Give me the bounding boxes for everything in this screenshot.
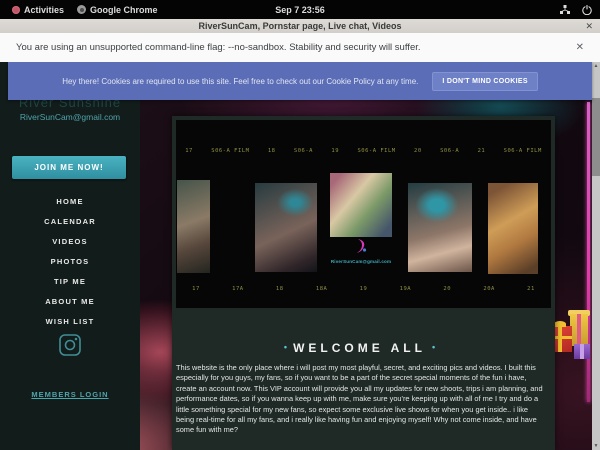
- page-viewport: 17 S06-A FILM 18 S06-A 19 S06-A FILM 20 …: [0, 62, 600, 450]
- welcome-section: •WELCOME ALL• This website is the only p…: [172, 308, 547, 450]
- gnome-topbar: Activities Google Chrome Sep 7 23:56: [0, 0, 600, 19]
- film-label: S06-A: [294, 148, 313, 154]
- site-email: RiverSunCam@gmail.com: [0, 112, 140, 122]
- film-label: S06-A FILM: [211, 148, 249, 154]
- scrollbar-thumb[interactable]: [592, 98, 600, 176]
- film-label: 21: [527, 286, 535, 292]
- window-close-icon[interactable]: ✕: [585, 20, 593, 32]
- film-label: 20: [443, 286, 451, 292]
- infobar-message: You are using an unsupported command-lin…: [16, 42, 421, 53]
- screen: Activities Google Chrome Sep 7 23:56: [0, 0, 600, 450]
- sidebar-item-about-me[interactable]: ABOUT ME: [0, 292, 140, 312]
- sandbox-warning-infobar: You are using an unsupported command-lin…: [0, 33, 600, 63]
- sidebar-item-home[interactable]: HOME: [0, 192, 140, 212]
- welcome-heading: •WELCOME ALL•: [172, 341, 547, 355]
- photo-thumbnail[interactable]: [488, 183, 538, 274]
- chrome-icon: [77, 5, 86, 14]
- film-label: 20: [414, 148, 422, 154]
- film-label: 18: [276, 286, 284, 292]
- camera-icon: [59, 334, 81, 356]
- gift-purple-icon: [574, 344, 590, 359]
- heading-ornament-right: •: [426, 342, 441, 352]
- sidebar: River Sunshine RiverSunCam@gmail.com JOI…: [0, 62, 140, 450]
- window-title: RiverSunCam, Pornstar page, Live chat, V…: [199, 21, 402, 31]
- film-edge-labels-top: 17 S06-A FILM 18 S06-A 19 S06-A FILM 20 …: [176, 148, 551, 154]
- sidebar-item-wish-list[interactable]: WISH LIST: [0, 312, 140, 332]
- app-menu-button[interactable]: Google Chrome: [73, 3, 162, 17]
- sidebar-item-photos[interactable]: PHOTOS: [0, 252, 140, 272]
- sidebar-item-calendar[interactable]: CALENDAR: [0, 212, 140, 232]
- infobar-close-icon[interactable]: ✕: [576, 42, 584, 53]
- photo-thumbnail[interactable]: [255, 183, 317, 272]
- sidebar-nav: HOME CALENDAR VIDEOS PHOTOS TIP ME ABOUT…: [0, 192, 140, 332]
- heading-ornament-left: •: [278, 342, 293, 352]
- cookie-message: Hey there! Cookies are required to use t…: [62, 77, 418, 86]
- film-label: 21: [478, 148, 486, 154]
- scrollbar-down-icon[interactable]: ▼: [592, 442, 600, 450]
- network-icon[interactable]: [560, 5, 570, 15]
- site-logo-text: RiverSunCam@gmail.com: [330, 259, 392, 264]
- film-label: 18: [268, 148, 276, 154]
- film-label: 19: [331, 148, 339, 154]
- activities-indicator-icon: [12, 6, 20, 14]
- photo-thumbnail[interactable]: [177, 180, 210, 273]
- gift-yellow-icon: [570, 314, 588, 346]
- film-label: S06-A FILM: [504, 148, 542, 154]
- photo-thumbnail[interactable]: [330, 173, 392, 237]
- activities-label: Activities: [24, 5, 64, 15]
- content-panel: 17 S06-A FILM 18 S06-A 19 S06-A FILM 20 …: [172, 116, 555, 450]
- film-label: S06-A FILM: [357, 148, 395, 154]
- cookie-banner: Hey there! Cookies are required to use t…: [8, 62, 592, 100]
- power-icon[interactable]: [582, 5, 592, 15]
- site-logo-icon: [354, 238, 368, 254]
- film-label: 19A: [400, 286, 411, 292]
- site-logo: RiverSunCam@gmail.com: [330, 238, 392, 264]
- photo-thumbnail[interactable]: [408, 183, 472, 272]
- sidebar-item-videos[interactable]: VIDEOS: [0, 232, 140, 252]
- welcome-paragraph: This website is the only place where i w…: [176, 363, 543, 436]
- sidebar-item-tip-me[interactable]: TIP ME: [0, 272, 140, 292]
- welcome-title: WELCOME ALL: [293, 341, 426, 355]
- film-strip: 17 S06-A FILM 18 S06-A 19 S06-A FILM 20 …: [176, 120, 551, 308]
- join-me-now-button[interactable]: JOIN ME NOW!: [12, 156, 126, 179]
- film-label: S06-A: [440, 148, 459, 154]
- clock-label[interactable]: Sep 7 23:56: [275, 5, 325, 15]
- scrollbar-up-icon[interactable]: ▲: [592, 62, 600, 70]
- film-label: 17: [185, 148, 193, 154]
- window-titlebar: RiverSunCam, Pornstar page, Live chat, V…: [0, 19, 600, 34]
- film-label: 19: [360, 286, 368, 292]
- app-menu-label: Google Chrome: [90, 5, 158, 15]
- members-login-link[interactable]: MEMBERS LOGIN: [0, 390, 140, 399]
- film-label: 17A: [232, 286, 243, 292]
- film-label: 20A: [483, 286, 494, 292]
- film-label: 17: [192, 286, 200, 292]
- film-label: 18A: [316, 286, 327, 292]
- film-edge-labels-bottom: 17 17A 18 18A 19 19A 20 20A 21: [176, 286, 551, 292]
- cookie-accept-button[interactable]: I DON'T MIND COOKIES: [432, 72, 537, 91]
- camera-link[interactable]: [0, 334, 140, 356]
- page-scrollbar[interactable]: ▲ ▼: [592, 62, 600, 450]
- activities-button[interactable]: Activities: [8, 3, 68, 17]
